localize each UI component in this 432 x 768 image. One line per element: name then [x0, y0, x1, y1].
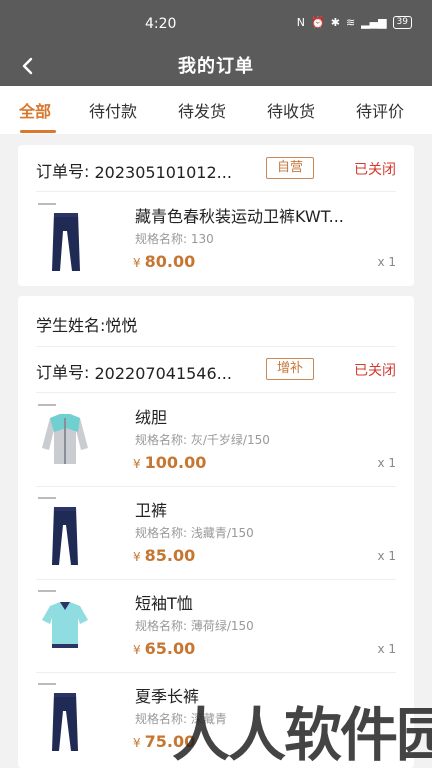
- item-price: ¥65.00: [133, 639, 195, 658]
- status-bar: 4:20 N ⏰ ✱ ≋ ▂▄▆ 39: [0, 0, 432, 44]
- signal-icon: ▂▄▆: [361, 16, 387, 29]
- order-item[interactable]: 藏青色春秋装运动卫裤KWT... 规格名称: 130 ¥80.00 x 1: [18, 195, 414, 286]
- divider: [36, 486, 396, 487]
- item-spec: 规格名称: 浅藏青/150: [135, 526, 254, 540]
- jacket-thumbnail-icon: [38, 404, 88, 464]
- status-time: 4:20: [145, 16, 177, 32]
- pants-thumbnail-icon: [38, 203, 80, 271]
- tab-pending-payment[interactable]: 待付款: [89, 98, 137, 122]
- page-title: 我的订单: [178, 56, 254, 77]
- divider: [36, 672, 396, 673]
- divider: [36, 191, 396, 192]
- item-name: 绒胆: [135, 408, 168, 427]
- order-status: 已关闭: [354, 162, 396, 178]
- order-item[interactable]: 卫裤 规格名称: 浅藏青/150 ¥85.00 x 1: [18, 489, 414, 581]
- tab-pending-review[interactable]: 待评价: [356, 98, 404, 122]
- order-number: 202305101012...: [94, 163, 232, 182]
- pants-thumbnail-icon: [38, 683, 78, 751]
- currency-symbol: ¥: [133, 736, 141, 750]
- bluetooth-icon: ✱: [330, 16, 340, 29]
- item-quantity: x 1: [377, 255, 396, 269]
- order-tabs: 全部 待付款 待发货 待收货 待评价: [0, 86, 432, 134]
- divider: [36, 392, 396, 393]
- currency-symbol: ¥: [133, 550, 141, 564]
- tab-pending-shipment[interactable]: 待发货: [178, 98, 226, 122]
- battery-icon: 39: [392, 16, 412, 29]
- order-item[interactable]: 短袖T恤 规格名称: 薄荷绿/150 ¥65.00 x 1: [18, 582, 414, 674]
- watermark-logo: 人人软件园: [172, 701, 432, 768]
- item-name: 卫裤: [135, 501, 168, 520]
- order-number-row: 订单号: 202207041546...: [36, 359, 232, 383]
- divider: [36, 346, 396, 347]
- item-quantity: x 1: [377, 456, 396, 470]
- currency-symbol: ¥: [133, 256, 141, 270]
- currency-symbol: ¥: [133, 643, 141, 657]
- tab-all[interactable]: 全部: [19, 98, 51, 122]
- item-price: ¥80.00: [133, 252, 195, 271]
- item-price: ¥100.00: [133, 453, 206, 472]
- nfc-icon: N: [296, 16, 306, 29]
- order-number-row: 订单号: 202305101012...: [36, 158, 232, 182]
- order-number: 202207041546...: [94, 364, 232, 383]
- price-value: 100.00: [144, 453, 207, 472]
- item-spec: 规格名称: 130: [135, 232, 214, 246]
- pants-thumbnail-icon: [38, 497, 78, 565]
- item-quantity: x 1: [377, 642, 396, 656]
- price-value: 80.00: [144, 252, 196, 271]
- wifi-icon: ≋: [345, 16, 356, 29]
- alarm-icon: ⏰: [311, 16, 325, 29]
- price-value: 85.00: [144, 546, 196, 565]
- status-icons: N ⏰ ✱ ≋ ▂▄▆ 39: [297, 16, 412, 29]
- order-tag: 自营: [266, 157, 314, 179]
- item-quantity: x 1: [377, 549, 396, 563]
- item-spec: 规格名称: 灰/千岁绿/150: [135, 433, 270, 447]
- tshirt-thumbnail-icon: [38, 590, 88, 648]
- price-value: 65.00: [144, 639, 196, 658]
- nav-bar: 我的订单: [0, 44, 432, 86]
- order-status: 已关闭: [354, 363, 396, 379]
- currency-symbol: ¥: [133, 457, 141, 471]
- student-name: 学生姓名:悦悦: [36, 316, 138, 335]
- order-number-label: 订单号:: [36, 363, 90, 382]
- item-name: 藏青色春秋装运动卫裤KWT...: [135, 207, 344, 226]
- order-card[interactable]: 订单号: 202305101012... 自营 已关闭 藏青色春秋装运动卫裤KW…: [18, 145, 414, 286]
- tab-indicator: [20, 130, 56, 133]
- item-price: ¥85.00: [133, 546, 195, 565]
- item-spec: 规格名称: 薄荷绿/150: [135, 619, 254, 633]
- tab-pending-receipt[interactable]: 待收货: [267, 98, 315, 122]
- divider: [36, 579, 396, 580]
- order-number-label: 订单号:: [36, 162, 90, 181]
- order-item[interactable]: 绒胆 规格名称: 灰/千岁绿/150 ¥100.00 x 1: [18, 396, 414, 488]
- item-name: 短袖T恤: [135, 594, 193, 613]
- order-tag: 增补: [266, 358, 314, 380]
